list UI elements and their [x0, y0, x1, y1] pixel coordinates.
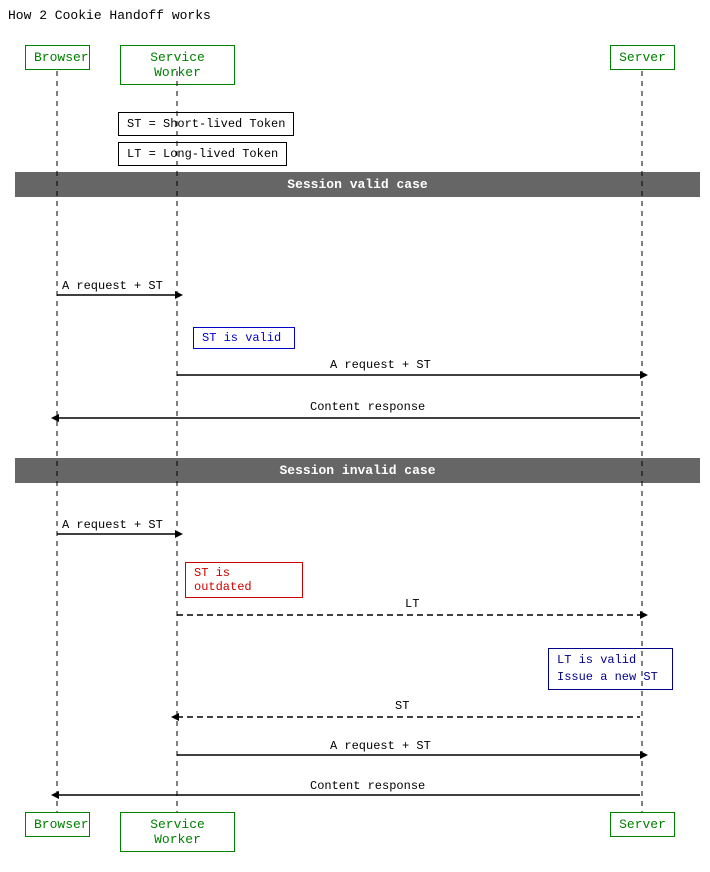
participant-browser-top: Browser	[25, 45, 90, 70]
section-valid: Session valid case	[15, 172, 700, 197]
diagram-title: How 2 Cookie Handoff works	[8, 8, 211, 23]
label-req4: A request + ST	[330, 739, 431, 753]
label-req3: A request + ST	[62, 518, 163, 532]
status-st-valid: ST is valid	[193, 327, 295, 349]
diagram-container: How 2 Cookie Handoff works Browser Servi…	[0, 0, 710, 872]
status-lt-valid: LT is validIssue a new ST	[548, 648, 673, 690]
annotation-lt: LT = Long-lived Token	[118, 142, 287, 166]
status-st-outdated: ST is outdated	[185, 562, 303, 598]
annotation-st: ST = Short-lived Token	[118, 112, 294, 136]
section-invalid: Session invalid case	[15, 458, 700, 483]
label-content1: Content response	[310, 400, 425, 414]
participant-browser-bottom: Browser	[25, 812, 90, 837]
label-req1: A request + ST	[62, 279, 163, 293]
label-st: ST	[395, 699, 409, 713]
label-lt: LT	[405, 597, 419, 611]
label-content2: Content response	[310, 779, 425, 793]
participant-server-bottom: Server	[610, 812, 675, 837]
participant-server-top: Server	[610, 45, 675, 70]
participant-serviceworker-top: Service Worker	[120, 45, 235, 85]
label-req2: A request + ST	[330, 358, 431, 372]
participant-serviceworker-bottom: Service Worker	[120, 812, 235, 852]
